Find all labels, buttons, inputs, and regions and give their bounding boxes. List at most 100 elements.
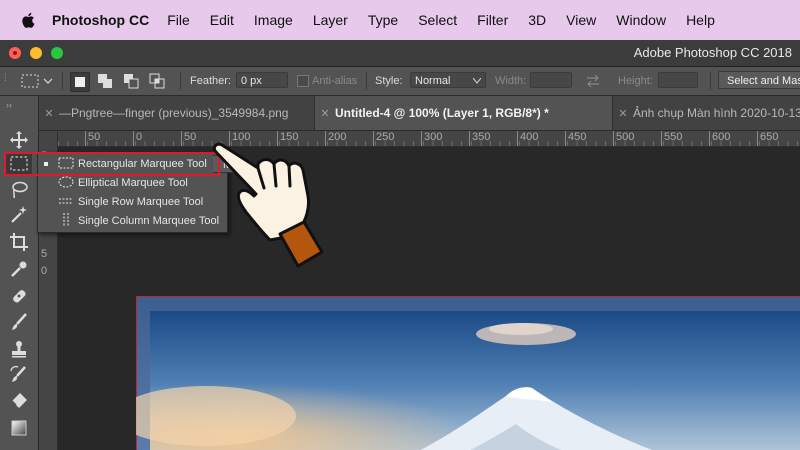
menu-item-label: Single Row Marquee Tool: [78, 196, 204, 208]
close-tab-icon[interactable]: ✕: [315, 97, 335, 130]
ruler-label: 50: [88, 131, 101, 143]
ruler-major-tick: [757, 131, 758, 146]
apple-icon[interactable]: [20, 11, 38, 29]
ruler-major-tick: [133, 131, 134, 146]
menu-item-rectangular-marquee[interactable]: Rectangular Marquee Tool: [38, 155, 227, 173]
options-separator: [366, 72, 367, 90]
tools-panel: ››: [0, 96, 39, 450]
options-separator: [62, 72, 63, 90]
ruler-major-tick: [613, 131, 614, 146]
ruler-label: 600: [712, 131, 731, 143]
ruler-label: 50: [184, 131, 197, 143]
close-tab-icon[interactable]: ✕: [613, 97, 633, 130]
tab-screenshot[interactable]: ✕Ảnh chụp Màn hình 2020-10-13 lúc: [613, 96, 800, 130]
chevron-down-icon: [473, 78, 481, 84]
ruler-label: 650: [760, 131, 779, 143]
ruler-origin[interactable]: [39, 131, 58, 147]
ruler-major-tick: [517, 131, 518, 146]
menu-layer[interactable]: Layer: [313, 12, 348, 28]
app-menu-photoshop[interactable]: Photoshop CC: [52, 12, 149, 28]
menu-file[interactable]: File: [167, 12, 190, 28]
width-label: Width:: [495, 75, 527, 87]
ruler-major-tick: [661, 131, 662, 146]
menu-select[interactable]: Select: [418, 12, 457, 28]
tab-untitled-4[interactable]: ✕ Untitled-4 @ 100% (Layer 1, RGB/8*) *: [315, 96, 613, 130]
brush-tool-icon[interactable]: [9, 312, 29, 332]
menu-3d[interactable]: 3D: [528, 12, 546, 28]
style-select[interactable]: Normal: [410, 72, 486, 88]
ruler-label: 5: [41, 248, 48, 260]
rectangular-marquee-tool[interactable]: [6, 153, 32, 175]
close-tab-icon[interactable]: ✕: [39, 97, 59, 130]
collapse-icon[interactable]: ››: [6, 100, 12, 110]
menu-image[interactable]: Image: [254, 12, 293, 28]
ruler-major-tick: [709, 131, 710, 146]
menu-item-label: Single Column Marquee Tool: [78, 215, 220, 227]
menu-item-single-column-marquee[interactable]: Single Column Marquee Tool: [38, 212, 227, 230]
menu-bar: Photoshop CC File Edit Image Layer Type …: [0, 0, 800, 40]
menu-edit[interactable]: Edit: [210, 12, 234, 28]
antialias-checkbox[interactable]: [297, 75, 309, 87]
antialias-label: Anti-alias: [312, 75, 358, 87]
menu-item-single-row-marquee[interactable]: Single Row Marquee Tool: [38, 193, 227, 211]
new-selection-button[interactable]: [70, 72, 90, 92]
selected-indicator: [44, 162, 48, 166]
single-column-marquee-icon: [63, 213, 69, 227]
tool-preset-picker-icon[interactable]: [20, 73, 54, 89]
width-input[interactable]: [530, 72, 572, 88]
menu-view[interactable]: View: [566, 12, 596, 28]
tab-label: Untitled-4 @ 100% (Layer 1, RGB/8*) *: [335, 106, 549, 120]
marquee-tools-flyout: Rectangular Marquee Tool Elliptical Marq…: [37, 152, 228, 233]
crop-tool-icon[interactable]: [9, 232, 29, 252]
gradient-tool-icon[interactable]: [9, 418, 29, 438]
menu-filter[interactable]: Filter: [477, 12, 508, 28]
feather-input[interactable]: 0 px: [236, 72, 288, 88]
horizontal-ruler[interactable]: 50 0 50 100 150 200 250 300 350 400 450 …: [58, 131, 800, 147]
zoom-window-button[interactable]: [51, 47, 63, 59]
ruler-label: 300: [424, 131, 443, 143]
menu-item-label: Rectangular Marquee Tool: [78, 158, 207, 170]
height-input[interactable]: [658, 72, 698, 88]
ruler-label: 450: [568, 131, 587, 143]
minimize-window-button[interactable]: [30, 47, 42, 59]
ruler-label: 0: [41, 265, 48, 277]
subtract-from-selection-button[interactable]: [122, 72, 140, 90]
clone-stamp-tool-icon[interactable]: [9, 339, 29, 359]
magic-wand-tool-icon[interactable]: [9, 205, 29, 225]
single-row-marquee-icon: [59, 198, 73, 204]
ruler-label: 500: [616, 131, 635, 143]
ruler-major-tick: [421, 131, 422, 146]
add-to-selection-button[interactable]: [96, 72, 114, 90]
healing-brush-tool-icon[interactable]: [9, 286, 29, 306]
options-separator: [710, 72, 711, 90]
ruler-label: 250: [376, 131, 395, 143]
feather-label: Feather:: [190, 75, 231, 87]
menu-type[interactable]: Type: [368, 12, 398, 28]
rect-marquee-icon: [10, 156, 28, 171]
ruler-label: 200: [328, 131, 347, 143]
select-and-mask-label: Select and Mas: [727, 75, 800, 87]
select-and-mask-button[interactable]: Select and Mas: [718, 71, 800, 89]
style-select-value: Normal: [415, 75, 451, 87]
tab-label: Ảnh chụp Màn hình 2020-10-13 lúc: [633, 106, 800, 120]
menu-help[interactable]: Help: [686, 12, 715, 28]
window-title-bar: Adobe Photoshop CC 2018: [0, 40, 800, 67]
options-grip-icon: ⁞: [4, 73, 7, 84]
ruler-label: 550: [664, 131, 683, 143]
ruler-label: 350: [472, 131, 491, 143]
style-label: Style:: [375, 75, 403, 87]
move-tool-icon[interactable]: [9, 130, 29, 150]
document-tabs: ✕ —Pngtree—finger (previous)_3549984.png …: [39, 96, 800, 131]
options-separator: [180, 72, 181, 90]
eraser-tool-icon[interactable]: [9, 391, 29, 411]
menu-item-elliptical-marquee[interactable]: Elliptical Marquee Tool: [38, 174, 227, 192]
close-window-button[interactable]: [9, 47, 21, 59]
history-brush-tool-icon[interactable]: [9, 365, 29, 385]
intersect-selection-button[interactable]: [148, 72, 166, 90]
lasso-tool-icon[interactable]: [9, 180, 29, 200]
swap-width-height-icon[interactable]: [585, 74, 601, 88]
tab-pngtree-finger[interactable]: ✕ —Pngtree—finger (previous)_3549984.png: [39, 96, 315, 130]
ruler-major-tick: [469, 131, 470, 146]
eyedropper-tool-icon[interactable]: [9, 259, 29, 279]
menu-window[interactable]: Window: [616, 12, 666, 28]
